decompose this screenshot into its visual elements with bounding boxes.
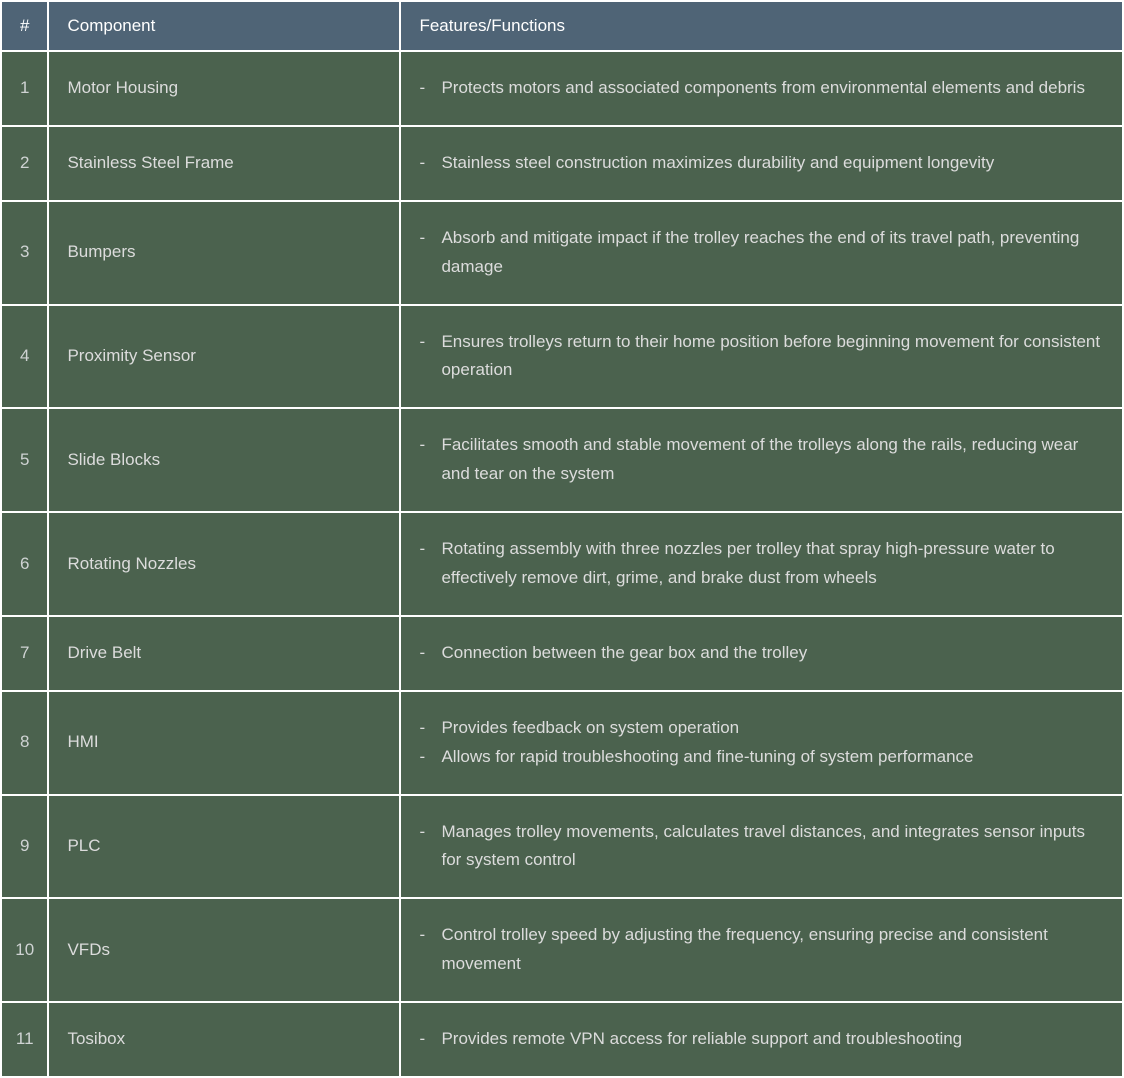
row-number: 6 [2, 513, 47, 615]
row-number: 10 [2, 899, 47, 1001]
row-number: 4 [2, 306, 47, 408]
table-row: 11Tosibox Provides remote VPN access for … [2, 1003, 1122, 1076]
feature-item: Absorb and mitigate impact if the trolle… [419, 224, 1104, 282]
table-row: 7Drive Belt Connection between the gear b… [2, 617, 1122, 690]
row-number: 11 [2, 1003, 47, 1076]
table-row: 5Slide Blocks Facilitates smooth and stab… [2, 409, 1122, 511]
component-name: HMI [49, 692, 399, 794]
features-cell: Facilitates smooth and stable movement o… [401, 409, 1122, 511]
features-list: Provides feedback on system operationAll… [419, 714, 1104, 772]
feature-item: Manages trolley movements, calculates tr… [419, 818, 1104, 876]
features-cell: Manages trolley movements, calculates tr… [401, 796, 1122, 898]
header-number: # [2, 2, 47, 50]
feature-item: Provides remote VPN access for reliable … [419, 1025, 1104, 1054]
component-name: PLC [49, 796, 399, 898]
table-row: 10VFDs Control trolley speed by adjusting… [2, 899, 1122, 1001]
feature-item: Provides feedback on system operation [419, 714, 1104, 743]
component-name: Motor Housing [49, 52, 399, 125]
table-row: 4Proximity Sensor Ensures trolleys return… [2, 306, 1122, 408]
features-cell: Ensures trolleys return to their home po… [401, 306, 1122, 408]
features-list: Control trolley speed by adjusting the f… [419, 921, 1104, 979]
features-list: Ensures trolleys return to their home po… [419, 328, 1104, 386]
row-number: 5 [2, 409, 47, 511]
components-table: # Component Features/Functions 1Motor Ho… [0, 0, 1124, 1078]
table-row: 1Motor Housing Protects motors and associ… [2, 52, 1122, 125]
features-list: Protects motors and associated component… [419, 74, 1104, 103]
row-number: 1 [2, 52, 47, 125]
component-name: Drive Belt [49, 617, 399, 690]
feature-item: Rotating assembly with three nozzles per… [419, 535, 1104, 593]
component-name: Slide Blocks [49, 409, 399, 511]
feature-item: Stainless steel construction maximizes d… [419, 149, 1104, 178]
feature-item: Ensures trolleys return to their home po… [419, 328, 1104, 386]
features-list: Absorb and mitigate impact if the trolle… [419, 224, 1104, 282]
header-features: Features/Functions [401, 2, 1122, 50]
features-cell: Rotating assembly with three nozzles per… [401, 513, 1122, 615]
component-name: Stainless Steel Frame [49, 127, 399, 200]
features-list: Facilitates smooth and stable movement o… [419, 431, 1104, 489]
header-component: Component [49, 2, 399, 50]
features-cell: Control trolley speed by adjusting the f… [401, 899, 1122, 1001]
features-cell: Connection between the gear box and the … [401, 617, 1122, 690]
table-row: 9PLC Manages trolley movements, calculate… [2, 796, 1122, 898]
row-number: 9 [2, 796, 47, 898]
table-row: 2Stainless Steel Frame Stainless steel co… [2, 127, 1122, 200]
table-row: 8HMI Provides feedback on system operatio… [2, 692, 1122, 794]
table-row: 3Bumpers Absorb and mitigate impact if th… [2, 202, 1122, 304]
row-number: 8 [2, 692, 47, 794]
features-list: Provides remote VPN access for reliable … [419, 1025, 1104, 1054]
features-cell: Provides remote VPN access for reliable … [401, 1003, 1122, 1076]
feature-item: Facilitates smooth and stable movement o… [419, 431, 1104, 489]
component-name: VFDs [49, 899, 399, 1001]
features-list: Connection between the gear box and the … [419, 639, 1104, 668]
component-name: Proximity Sensor [49, 306, 399, 408]
features-list: Stainless steel construction maximizes d… [419, 149, 1104, 178]
component-name: Bumpers [49, 202, 399, 304]
features-cell: Absorb and mitigate impact if the trolle… [401, 202, 1122, 304]
component-name: Rotating Nozzles [49, 513, 399, 615]
component-name: Tosibox [49, 1003, 399, 1076]
features-list: Rotating assembly with three nozzles per… [419, 535, 1104, 593]
table-row: 6Rotating Nozzles Rotating assembly with … [2, 513, 1122, 615]
feature-item: Connection between the gear box and the … [419, 639, 1104, 668]
features-list: Manages trolley movements, calculates tr… [419, 818, 1104, 876]
feature-item: Protects motors and associated component… [419, 74, 1104, 103]
row-number: 3 [2, 202, 47, 304]
row-number: 7 [2, 617, 47, 690]
feature-item: Allows for rapid troubleshooting and fin… [419, 743, 1104, 772]
features-cell: Protects motors and associated component… [401, 52, 1122, 125]
table-header-row: # Component Features/Functions [2, 2, 1122, 50]
row-number: 2 [2, 127, 47, 200]
features-cell: Stainless steel construction maximizes d… [401, 127, 1122, 200]
feature-item: Control trolley speed by adjusting the f… [419, 921, 1104, 979]
features-cell: Provides feedback on system operationAll… [401, 692, 1122, 794]
